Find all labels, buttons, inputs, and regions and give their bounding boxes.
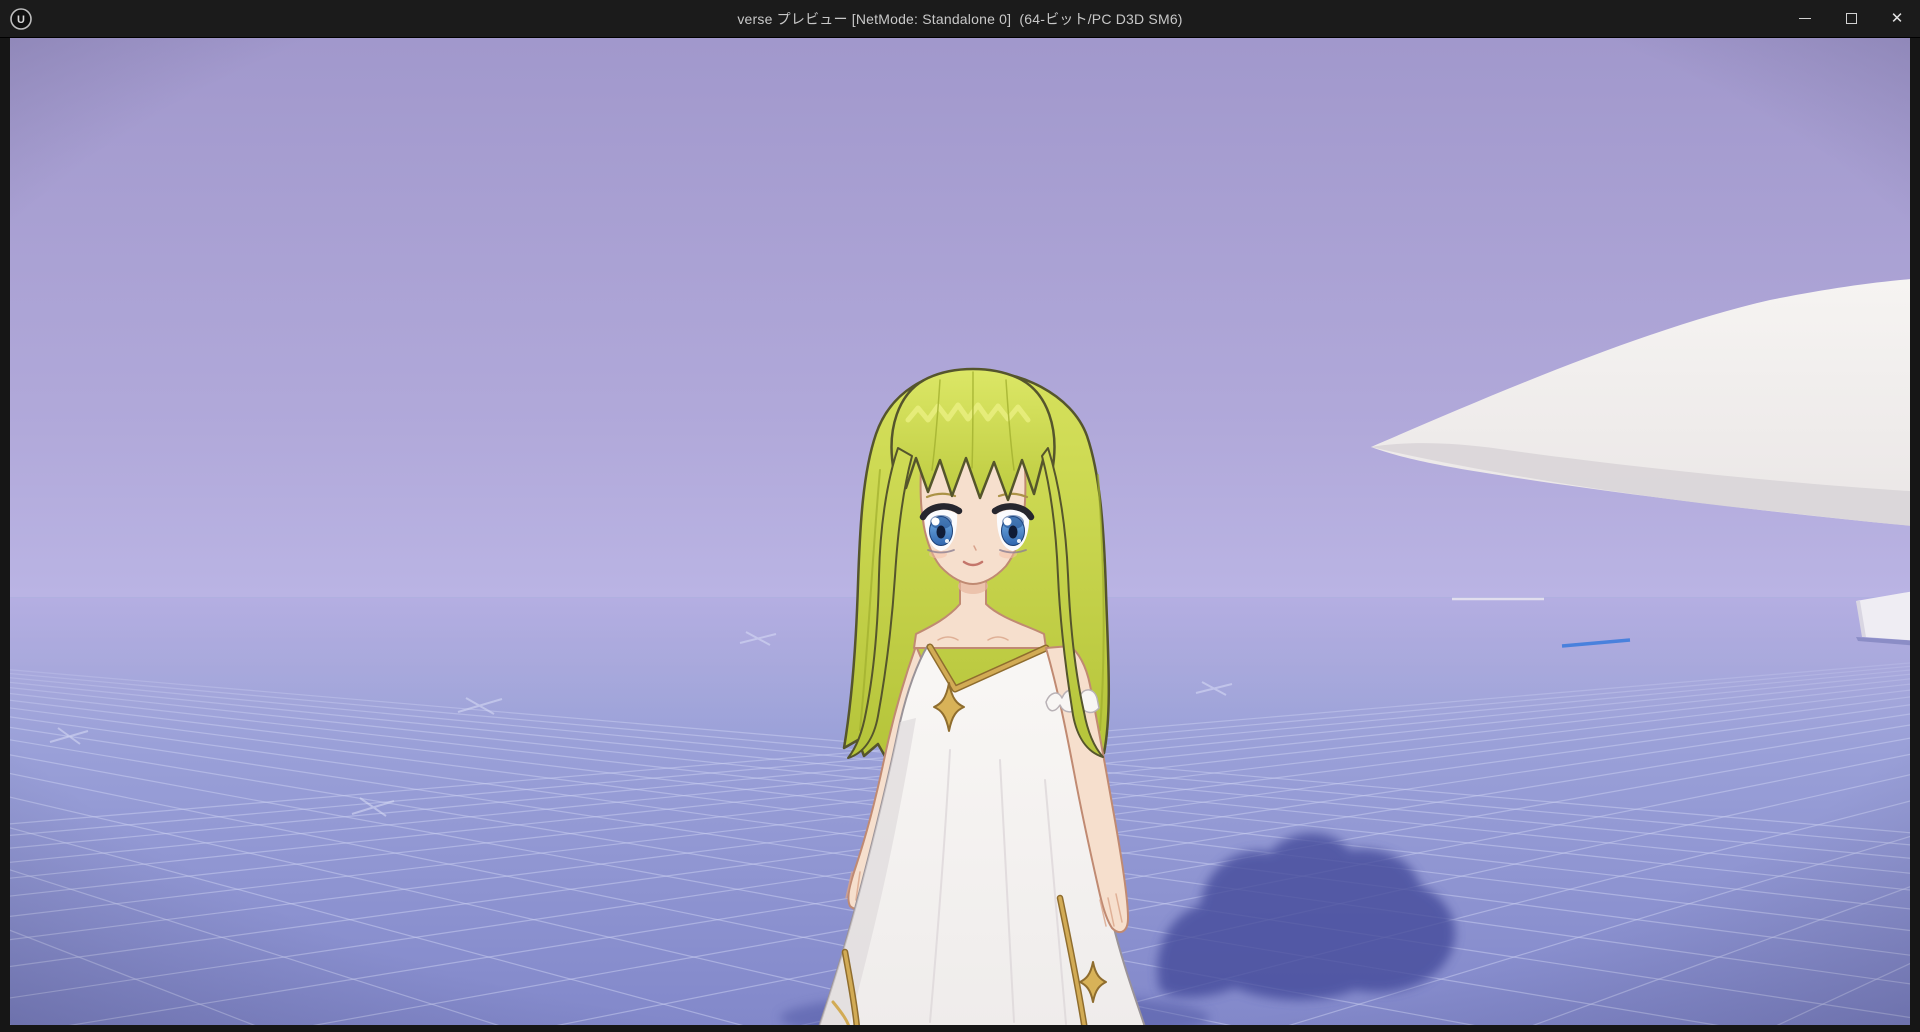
minimize-icon xyxy=(1799,18,1811,19)
svg-text:U: U xyxy=(17,14,25,26)
scene-canvas xyxy=(10,38,1910,1025)
maximize-button[interactable] xyxy=(1828,0,1874,37)
app-window: U verse プレビュー [NetMode: Standalone 0] (6… xyxy=(0,0,1920,1032)
maximize-icon xyxy=(1846,13,1857,24)
window-title: verse プレビュー [NetMode: Standalone 0] (64-… xyxy=(0,9,1920,29)
game-viewport[interactable] xyxy=(10,38,1910,1025)
unreal-engine-logo-icon: U xyxy=(9,7,33,31)
minimize-button[interactable] xyxy=(1782,0,1828,37)
close-button[interactable]: ✕ xyxy=(1874,0,1920,37)
titlebar[interactable]: U verse プレビュー [NetMode: Standalone 0] (6… xyxy=(0,0,1920,38)
vignette-overlay xyxy=(10,38,1910,1025)
close-icon: ✕ xyxy=(1891,11,1904,26)
window-controls: ✕ xyxy=(1782,0,1920,37)
